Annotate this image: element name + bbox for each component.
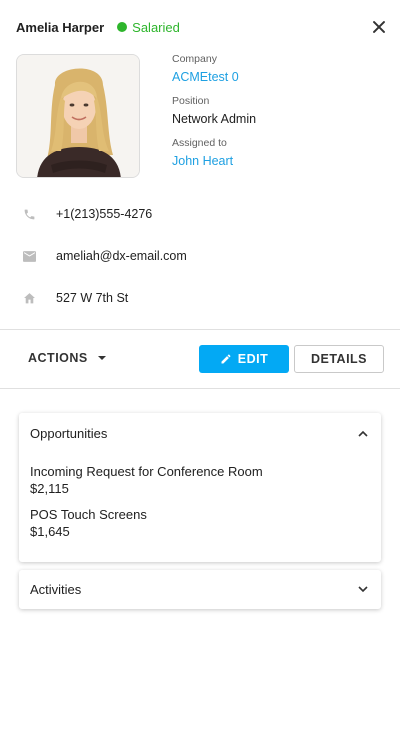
list-item[interactable]: Incoming Request for Conference Room $2,… — [19, 463, 381, 497]
phone-icon — [22, 207, 36, 221]
email-icon — [22, 249, 36, 263]
email-text[interactable]: ameliah@dx-email.com — [56, 249, 187, 263]
edit-button[interactable]: EDIT — [199, 345, 289, 373]
opportunity-name: Incoming Request for Conference Room — [30, 464, 263, 479]
activities-header[interactable]: Activities — [19, 570, 381, 609]
contact-info: Company ACMEtest 0 Position Network Admi… — [172, 52, 256, 178]
position-label: Position — [172, 95, 210, 107]
company-link[interactable]: ACMEtest 0 — [172, 68, 256, 86]
divider-top — [0, 329, 400, 330]
contact-name: Amelia Harper — [16, 19, 105, 35]
opportunity-amount: $1,645 — [30, 524, 70, 539]
company-label: Company — [172, 53, 217, 65]
chevron-down-icon — [97, 356, 106, 360]
edit-label: EDIT — [237, 352, 269, 366]
actions-label: ACTIONS — [28, 351, 88, 365]
status-dot-icon — [117, 22, 128, 32]
close-icon[interactable] — [372, 20, 386, 34]
opportunity-amount: $2,115 — [30, 481, 69, 496]
email-row: ameliah@dx-email.com — [22, 246, 187, 266]
actions-dropdown[interactable]: ACTIONS — [28, 351, 106, 365]
details-button[interactable]: DETAILS — [294, 345, 384, 373]
opportunity-name: POS Touch Screens — [30, 507, 147, 522]
list-item[interactable]: POS Touch Screens $1,645 — [19, 506, 381, 540]
avatar-portrait-image — [17, 55, 139, 177]
address-row: 527 W 7th St — [22, 288, 128, 308]
chevron-up-icon[interactable] — [357, 427, 369, 439]
pencil-icon — [221, 354, 231, 364]
assigned-link[interactable]: John Heart — [172, 152, 256, 170]
status-text: Salaried — [132, 19, 180, 35]
assigned-label: Assigned to — [172, 137, 227, 149]
phone-text[interactable]: +1(213)555-4276 — [56, 207, 152, 221]
home-icon — [22, 291, 36, 305]
activities-card: Activities — [19, 570, 381, 609]
contact-header: Amelia Harper Salaried — [16, 17, 386, 37]
chevron-down-icon[interactable] — [357, 584, 369, 596]
phone-row: +1(213)555-4276 — [22, 204, 152, 224]
status-badge: Salaried — [117, 20, 180, 35]
activities-title: Activities — [30, 582, 82, 597]
divider-bottom — [0, 388, 400, 389]
address-text: 527 W 7th St — [56, 291, 129, 305]
details-label: DETAILS — [310, 352, 368, 366]
opportunities-card: Opportunities Incoming Request for Confe… — [19, 413, 381, 562]
position-value: Network Admin — [172, 112, 257, 126]
opportunities-title: Opportunities — [30, 425, 108, 441]
contact-photo — [16, 54, 140, 178]
opportunities-header[interactable]: Opportunities — [19, 413, 381, 453]
